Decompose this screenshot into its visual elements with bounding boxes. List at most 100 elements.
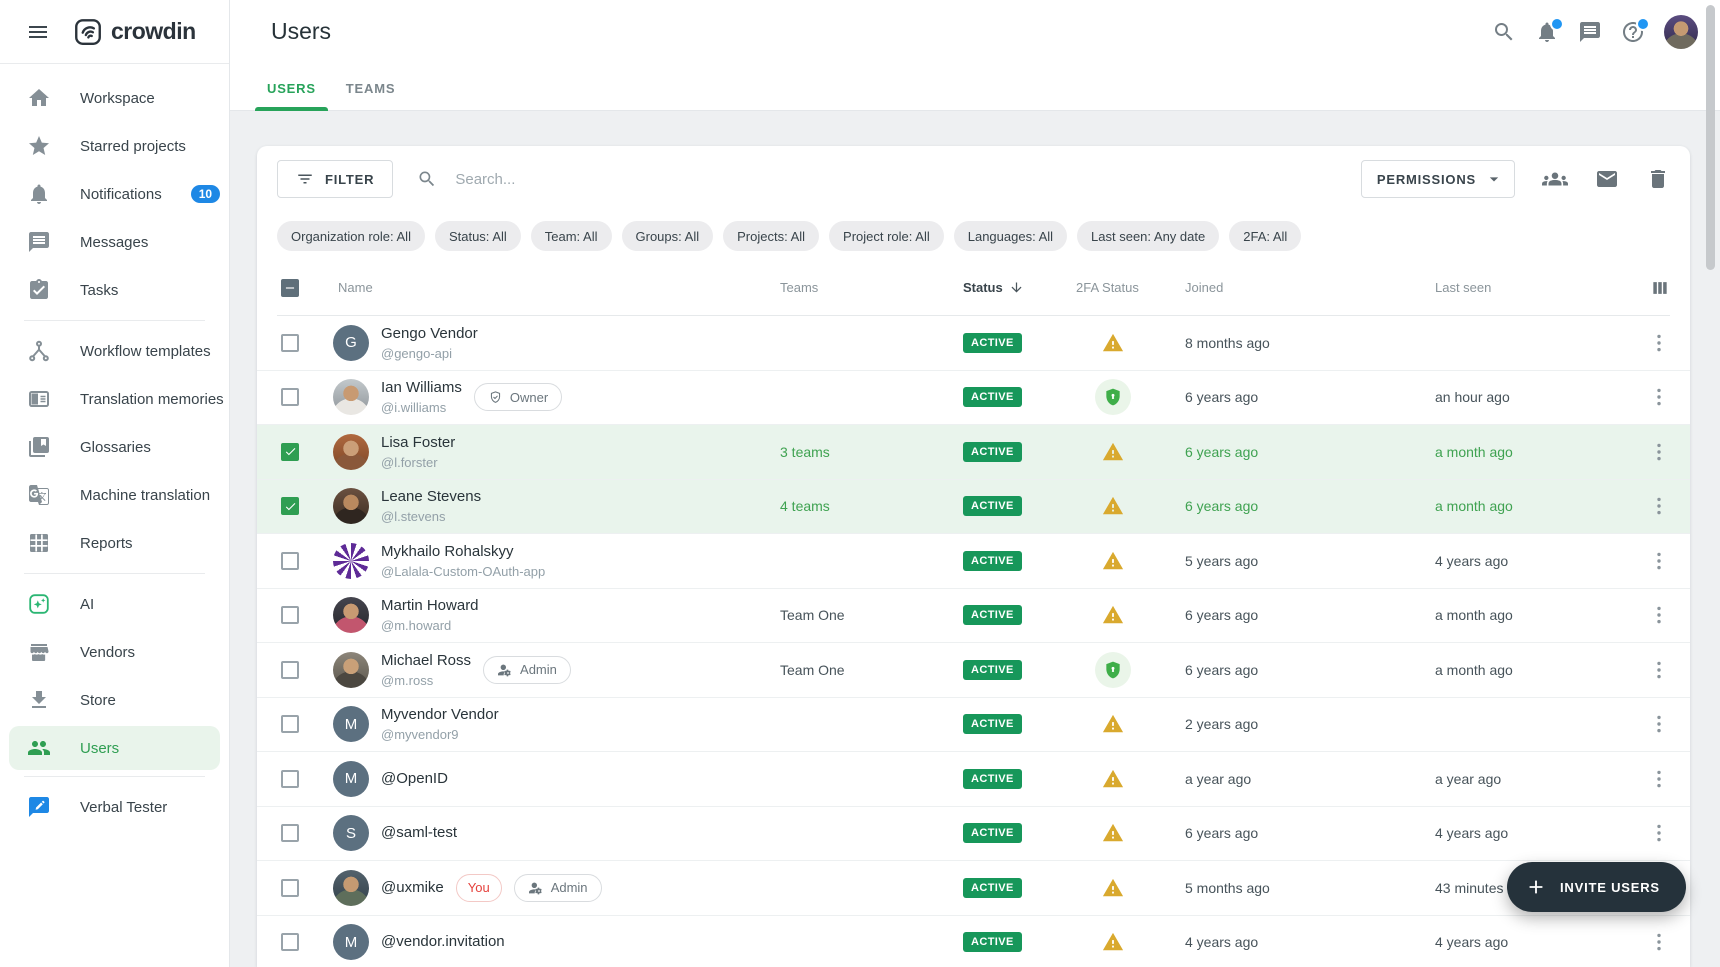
user-name[interactable]: Michael Ross — [381, 652, 471, 670]
column-2fa[interactable]: 2FA Status — [1076, 280, 1185, 295]
filter-chip-languages[interactable]: Languages: All — [954, 221, 1067, 251]
filter-chip-organization-role[interactable]: Organization role: All — [277, 221, 425, 251]
column-status[interactable]: Status — [956, 280, 1076, 295]
user-avatar[interactable] — [1664, 15, 1698, 49]
tab-users[interactable]: USERS — [252, 81, 331, 110]
row-menu-button[interactable] — [1647, 385, 1671, 409]
user-name[interactable]: @OpenID — [381, 770, 448, 788]
add-to-team-icon[interactable] — [1542, 166, 1568, 192]
help-button[interactable] — [1621, 20, 1645, 44]
twofa-cell — [1076, 379, 1185, 415]
sidebar-item-ai[interactable]: AI — [0, 580, 229, 628]
user-name[interactable]: Myvendor Vendor — [381, 706, 499, 724]
sidebar-item-translation-memories[interactable]: Translation memories — [0, 375, 229, 423]
column-last-seen[interactable]: Last seen — [1430, 280, 1647, 295]
search-icon[interactable] — [1492, 20, 1516, 44]
filter-chip-2fa[interactable]: 2FA: All — [1229, 221, 1301, 251]
twofa-warning-icon — [1102, 713, 1124, 735]
row-menu-button[interactable] — [1647, 494, 1671, 518]
sidebar-item-reports[interactable]: Reports — [0, 519, 229, 567]
sidebar-item-vendors[interactable]: Vendors — [0, 628, 229, 676]
user-name[interactable]: Leane Stevens — [381, 488, 481, 506]
sidebar-item-glossaries[interactable]: Glossaries — [0, 423, 229, 471]
notifications-button[interactable] — [1535, 20, 1559, 44]
teams-cell: 4 teams — [776, 498, 956, 514]
status-cell: ACTIVE — [956, 823, 1076, 843]
menu-icon[interactable] — [26, 20, 50, 44]
column-name[interactable]: Name — [317, 280, 776, 295]
tab-teams[interactable]: TEAMS — [331, 81, 411, 110]
joined-cell: 6 years ago — [1185, 607, 1430, 623]
sidebar-item-users[interactable]: Users — [9, 726, 220, 770]
user-name[interactable]: Ian Williams — [381, 379, 462, 397]
scrollbar-thumb[interactable] — [1706, 5, 1715, 270]
filter-chip-groups[interactable]: Groups: All — [622, 221, 714, 251]
search-input[interactable] — [453, 170, 887, 189]
sidebar-item-machine-translation[interactable]: Machine translation — [0, 471, 229, 519]
status-badge: ACTIVE — [963, 823, 1022, 843]
user-name[interactable]: @vendor.invitation — [381, 933, 505, 951]
delete-icon[interactable] — [1646, 167, 1670, 191]
user-name[interactable]: Lisa Foster — [381, 434, 455, 452]
filter-chip-project-role[interactable]: Project role: All — [829, 221, 944, 251]
message-icon — [27, 230, 51, 254]
row-checkbox[interactable] — [281, 770, 299, 788]
column-settings-icon[interactable] — [1650, 278, 1670, 298]
row-checkbox[interactable] — [281, 443, 299, 461]
user-name[interactable]: @uxmike — [381, 879, 444, 897]
row-menu-button[interactable] — [1647, 767, 1671, 791]
filter-chip-last-seen[interactable]: Last seen: Any date — [1077, 221, 1219, 251]
user-name[interactable]: @saml-test — [381, 824, 457, 842]
row-menu-button[interactable] — [1647, 440, 1671, 464]
column-status-label: Status — [963, 280, 1003, 295]
row-menu-button[interactable] — [1647, 658, 1671, 682]
user-name[interactable]: Mykhailo Rohalskyy — [381, 543, 545, 561]
select-all-checkbox[interactable] — [281, 279, 299, 297]
invite-users-button[interactable]: INVITE USERS — [1507, 862, 1686, 912]
filter-chip-team[interactable]: Team: All — [531, 221, 612, 251]
sidebar-item-store[interactable]: Store — [0, 676, 229, 724]
sidebar-item-label: Workspace — [80, 90, 155, 107]
user-avatar — [333, 488, 369, 524]
sidebar-item-workspace[interactable]: Workspace — [0, 74, 229, 122]
row-checkbox[interactable] — [281, 388, 299, 406]
sidebar-item-messages[interactable]: Messages — [0, 218, 229, 266]
row-checkbox[interactable] — [281, 606, 299, 624]
row-checkbox[interactable] — [281, 661, 299, 679]
row-menu-button[interactable] — [1647, 549, 1671, 573]
row-checkbox[interactable] — [281, 552, 299, 570]
sidebar-item-workflow-templates[interactable]: Workflow templates — [0, 327, 229, 375]
crowdin-logo[interactable]: crowdin — [73, 17, 196, 47]
row-menu-button[interactable] — [1647, 712, 1671, 736]
name-cell: GGengo Vendor@gengo-api — [317, 325, 776, 361]
status-badge: ACTIVE — [963, 333, 1022, 353]
status-cell: ACTIVE — [956, 333, 1076, 353]
filter-chip-status[interactable]: Status: All — [435, 221, 521, 251]
filter-button[interactable]: FILTER — [277, 160, 393, 198]
permissions-dropdown[interactable]: PERMISSIONS — [1361, 160, 1515, 198]
sidebar-item-notifications[interactable]: Notifications10 — [0, 170, 229, 218]
sidebar-item-tasks[interactable]: Tasks — [0, 266, 229, 314]
filter-chip-projects[interactable]: Projects: All — [723, 221, 819, 251]
last-seen-cell: a month ago — [1430, 444, 1647, 460]
messages-icon[interactable] — [1578, 20, 1602, 44]
row-menu-button[interactable] — [1647, 603, 1671, 627]
row-menu-button[interactable] — [1647, 930, 1671, 954]
user-name[interactable]: Martin Howard — [381, 597, 479, 615]
row-menu-button[interactable] — [1647, 331, 1671, 355]
row-checkbox[interactable] — [281, 879, 299, 897]
row-checkbox[interactable] — [281, 715, 299, 733]
column-joined[interactable]: Joined — [1185, 280, 1430, 295]
help-dot — [1636, 17, 1650, 31]
row-checkbox[interactable] — [281, 824, 299, 842]
status-cell: ACTIVE — [956, 769, 1076, 789]
row-menu-button[interactable] — [1647, 821, 1671, 845]
email-icon[interactable] — [1595, 167, 1619, 191]
sidebar-item-verbal-tester[interactable]: Verbal Tester — [0, 783, 229, 831]
row-checkbox[interactable] — [281, 334, 299, 352]
user-name[interactable]: Gengo Vendor — [381, 325, 478, 343]
row-checkbox[interactable] — [281, 933, 299, 951]
column-teams[interactable]: Teams — [776, 280, 956, 295]
sidebar-item-starred-projects[interactable]: Starred projects — [0, 122, 229, 170]
row-checkbox[interactable] — [281, 497, 299, 515]
